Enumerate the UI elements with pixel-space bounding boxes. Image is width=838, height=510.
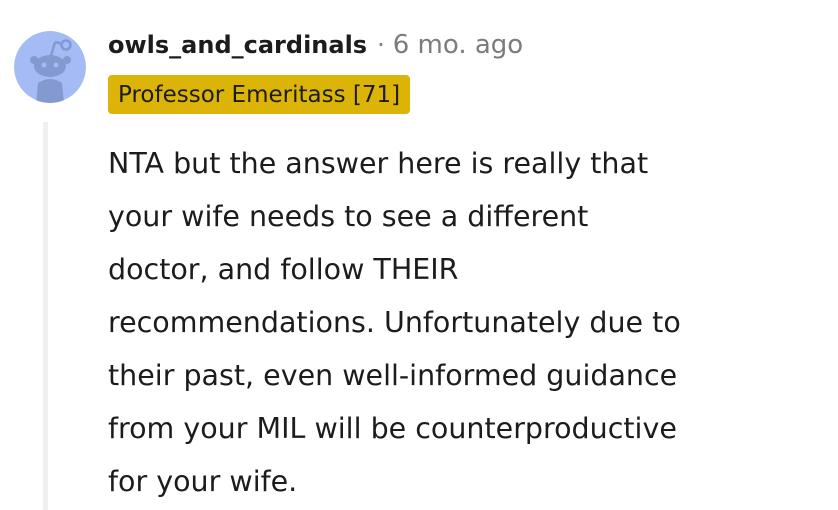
comment-body-line: recommendations. Unfortunately due to (108, 306, 681, 339)
avatar[interactable] (14, 31, 86, 103)
comment-body-line: doctor, and follow THEIR (108, 253, 459, 286)
thread-line[interactable] (43, 122, 48, 510)
comment-body: NTA but the answer here is really that y… (108, 137, 808, 508)
user-flair-badge: Professor Emeritass [71] (108, 75, 411, 114)
comment-header: owls_and_cardinals · 6 mo. ago (108, 25, 523, 65)
timestamp[interactable]: 6 mo. ago (393, 30, 523, 60)
username-link[interactable]: owls_and_cardinals (108, 31, 367, 59)
comment-body-line: their past, even well-informed guidance (108, 359, 678, 392)
comment-body-line: from your MIL will be counterproductive (108, 412, 677, 445)
snoo-avatar-icon (14, 31, 86, 103)
comment-body-line: NTA but the answer here is really that (108, 147, 649, 180)
comment-body-line: your wife needs to see a different (108, 200, 589, 233)
comment-body-line: for your wife. (108, 465, 298, 498)
meta-separator: · (377, 31, 385, 59)
